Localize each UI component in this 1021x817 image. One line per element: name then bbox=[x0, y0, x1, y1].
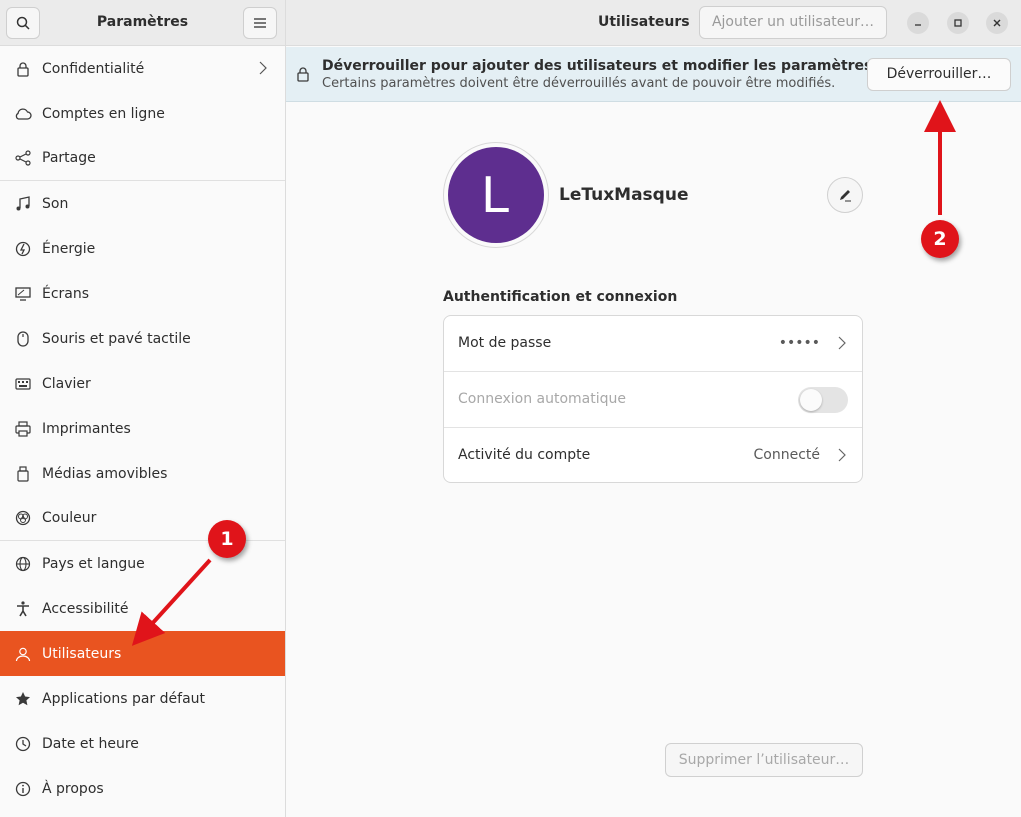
sidebar-item-label: Écrans bbox=[42, 285, 90, 302]
mouse-icon bbox=[14, 330, 32, 348]
delete-user-button[interactable]: Supprimer l’utilisateur… bbox=[665, 743, 863, 777]
sidebar-item-label: Accessibilité bbox=[42, 600, 129, 617]
cloud-icon bbox=[14, 105, 32, 123]
sidebar-item-label: Date et heure bbox=[42, 735, 139, 752]
lock-icon bbox=[14, 60, 32, 78]
sidebar-item-confidentialite[interactable]: Confidentialité bbox=[0, 46, 285, 91]
account-activity-row[interactable]: Activité du compte Connecté bbox=[444, 428, 862, 484]
sidebar-item-label: Énergie bbox=[42, 240, 96, 257]
close-button[interactable] bbox=[986, 12, 1008, 34]
sidebar-item-label: Couleur bbox=[42, 510, 97, 526]
sidebar-item-label: Applications par défaut bbox=[42, 690, 206, 707]
password-label: Mot de passe bbox=[458, 335, 552, 351]
sidebar-item-label: Son bbox=[42, 195, 69, 212]
unlock-button[interactable]: Déverrouiller… bbox=[867, 58, 1011, 91]
password-row[interactable]: Mot de passe ••••• bbox=[444, 316, 862, 372]
sidebar-item-label: Comptes en ligne bbox=[42, 105, 165, 122]
sidebar-item-medias-amovibles[interactable]: Médias amovibles bbox=[0, 451, 285, 496]
sidebar-item-energie[interactable]: Énergie bbox=[0, 226, 285, 271]
sidebar: Paramètres Confidentialité Comptes en li… bbox=[0, 0, 286, 817]
color-icon bbox=[14, 509, 32, 527]
autologin-row: Connexion automatique bbox=[444, 372, 862, 428]
info-icon bbox=[14, 780, 32, 798]
printer-icon bbox=[14, 420, 32, 438]
sidebar-item-imprimantes[interactable]: Imprimantes bbox=[0, 406, 285, 451]
users-icon bbox=[14, 645, 32, 663]
sidebar-item-label: Souris et pavé tactile bbox=[42, 330, 191, 347]
star-icon bbox=[14, 690, 32, 708]
auth-section-title: Authentification et connexion bbox=[443, 289, 678, 305]
maximize-button[interactable] bbox=[947, 12, 969, 34]
sidebar-item-comptes-en-ligne[interactable]: Comptes en ligne bbox=[0, 91, 285, 136]
display-icon bbox=[14, 285, 32, 303]
sidebar-item-label: Pays et langue bbox=[42, 555, 145, 572]
autologin-label: Connexion automatique bbox=[458, 391, 626, 407]
music-note-icon bbox=[14, 195, 32, 213]
main-header: Utilisateurs Ajouter un utilisateur… bbox=[286, 0, 1021, 46]
autologin-toggle[interactable] bbox=[798, 387, 848, 413]
account-activity-value: Connecté bbox=[753, 447, 821, 463]
sidebar-item-ecrans[interactable]: Écrans bbox=[0, 271, 285, 316]
annotation-badge-1: 1 bbox=[208, 520, 246, 558]
sidebar-item-label: À propos bbox=[42, 780, 104, 797]
sidebar-item-label: Imprimantes bbox=[42, 420, 131, 437]
add-user-button[interactable]: Ajouter un utilisateur… bbox=[699, 6, 887, 39]
sidebar-item-souris[interactable]: Souris et pavé tactile bbox=[0, 316, 285, 361]
sidebar-item-date-et-heure[interactable]: Date et heure bbox=[0, 721, 285, 766]
sidebar-item-label: Partage bbox=[42, 150, 96, 166]
annotation-badge-2: 2 bbox=[921, 220, 959, 258]
sidebar-header: Paramètres bbox=[0, 0, 285, 46]
pencil-icon bbox=[840, 190, 851, 202]
password-value: ••••• bbox=[778, 335, 820, 351]
lock-icon bbox=[296, 66, 310, 86]
minimize-icon bbox=[915, 24, 921, 26]
hamburger-icon bbox=[254, 18, 266, 28]
edit-name-button[interactable] bbox=[827, 177, 863, 213]
banner-subtitle: Certains paramètres doivent être déverro… bbox=[322, 76, 836, 91]
sidebar-item-partage[interactable]: Partage bbox=[0, 136, 285, 181]
minimize-button[interactable] bbox=[907, 12, 929, 34]
chevron-right-icon bbox=[838, 336, 846, 354]
chevron-right-icon bbox=[259, 61, 267, 79]
close-icon bbox=[993, 19, 1001, 27]
sidebar-item-utilisateurs[interactable]: Utilisateurs bbox=[0, 631, 285, 676]
sidebar-item-label: Clavier bbox=[42, 375, 91, 392]
menu-button[interactable] bbox=[243, 7, 277, 39]
share-icon bbox=[14, 149, 32, 167]
sidebar-item-applications-par-defaut[interactable]: Applications par défaut bbox=[0, 676, 285, 721]
sidebar-item-son[interactable]: Son bbox=[0, 181, 285, 226]
sidebar-item-a-propos[interactable]: À propos bbox=[0, 766, 285, 811]
power-icon bbox=[14, 240, 32, 258]
usb-icon bbox=[14, 465, 32, 483]
username: LeTuxMasque bbox=[559, 185, 689, 205]
account-activity-label: Activité du compte bbox=[458, 447, 591, 463]
avatar[interactable]: L bbox=[448, 147, 544, 243]
accessibility-icon bbox=[14, 600, 32, 618]
clock-icon bbox=[14, 735, 32, 753]
globe-icon bbox=[14, 555, 32, 573]
sidebar-nav: Confidentialité Comptes en ligne Partage… bbox=[0, 46, 285, 811]
banner-title: Déverrouiller pour ajouter des utilisate… bbox=[322, 58, 873, 74]
maximize-icon bbox=[954, 19, 962, 27]
sidebar-item-label: Médias amovibles bbox=[42, 465, 168, 482]
chevron-right-icon bbox=[838, 448, 846, 466]
keyboard-icon bbox=[14, 375, 32, 393]
sidebar-item-label: Utilisateurs bbox=[42, 645, 122, 662]
toggle-knob bbox=[800, 389, 822, 411]
sidebar-item-clavier[interactable]: Clavier bbox=[0, 361, 285, 406]
sidebar-item-accessibilite[interactable]: Accessibilité bbox=[0, 586, 285, 631]
sidebar-item-label: Confidentialité bbox=[42, 60, 145, 77]
unlock-banner: Déverrouiller pour ajouter des utilisate… bbox=[286, 47, 1021, 102]
page-title: Utilisateurs bbox=[598, 14, 690, 30]
auth-card: Mot de passe ••••• Connexion automatique… bbox=[443, 315, 863, 483]
